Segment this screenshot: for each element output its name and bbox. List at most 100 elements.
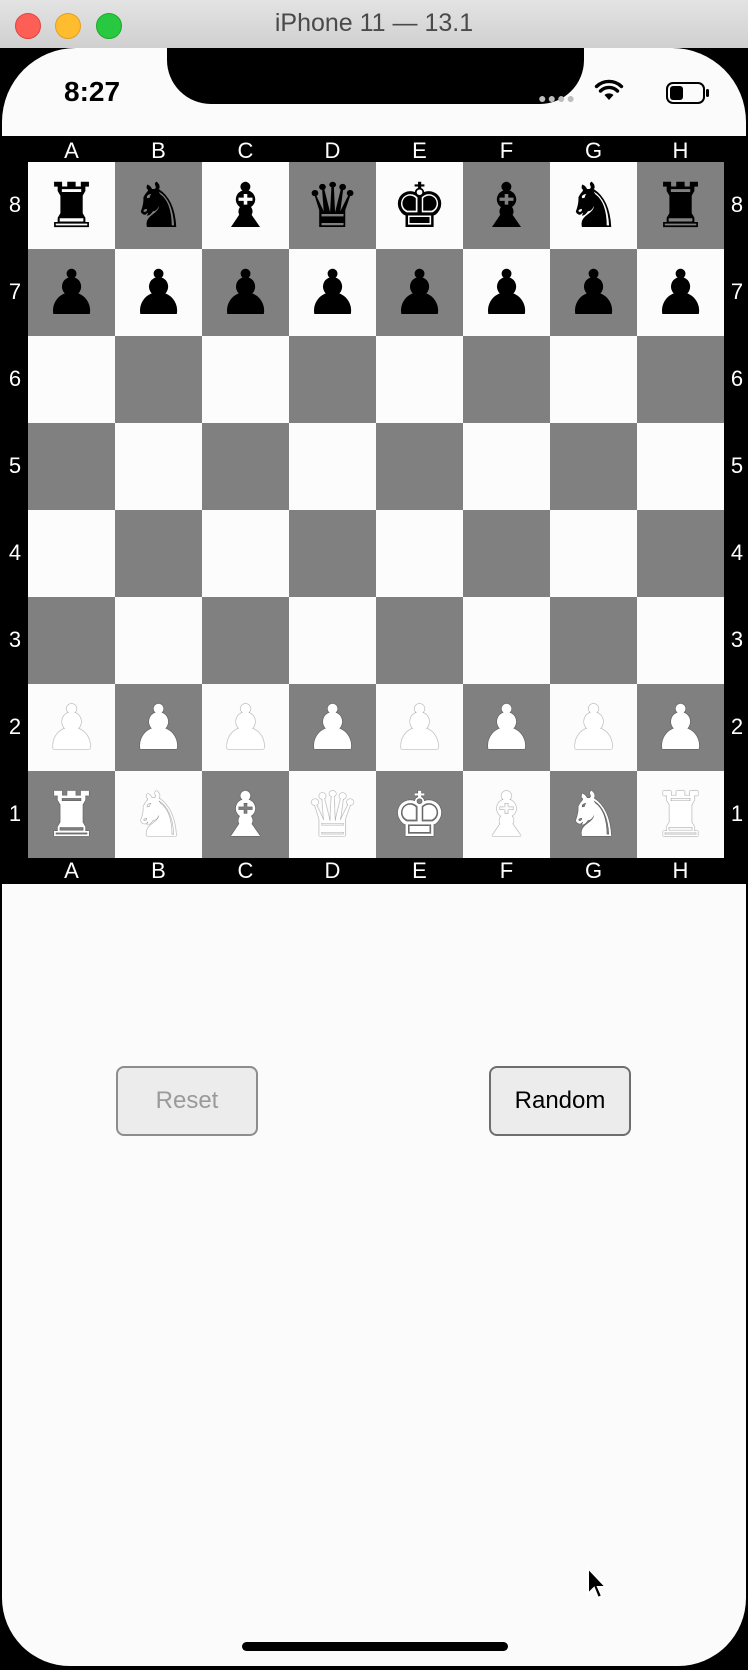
- white-pawn-icon[interactable]: ♟: [305, 696, 361, 759]
- square-b1[interactable]: ♞: [115, 771, 202, 858]
- white-knight-icon[interactable]: ♞: [566, 783, 622, 846]
- white-pawn-icon[interactable]: ♟: [566, 696, 622, 759]
- square-b4[interactable]: [115, 510, 202, 597]
- square-a6[interactable]: [28, 336, 115, 423]
- black-pawn-icon[interactable]: ♟: [653, 261, 709, 324]
- square-d5[interactable]: [289, 423, 376, 510]
- square-a3[interactable]: [28, 597, 115, 684]
- square-c8[interactable]: ♝: [202, 162, 289, 249]
- black-pawn-icon[interactable]: ♟: [479, 261, 535, 324]
- square-c4[interactable]: [202, 510, 289, 597]
- square-c1[interactable]: ♝: [202, 771, 289, 858]
- black-knight-icon[interactable]: ♞: [131, 174, 187, 237]
- square-c3[interactable]: [202, 597, 289, 684]
- white-pawn-icon[interactable]: ♟: [479, 696, 535, 759]
- home-indicator[interactable]: [242, 1642, 508, 1651]
- square-h2[interactable]: ♟: [637, 684, 724, 771]
- square-e4[interactable]: [376, 510, 463, 597]
- square-g1[interactable]: ♞: [550, 771, 637, 858]
- black-pawn-icon[interactable]: ♟: [566, 261, 622, 324]
- random-button[interactable]: Random: [489, 1066, 631, 1136]
- white-pawn-icon[interactable]: ♟: [653, 696, 709, 759]
- black-bishop-icon[interactable]: ♝: [218, 174, 274, 237]
- square-f5[interactable]: [463, 423, 550, 510]
- square-d3[interactable]: [289, 597, 376, 684]
- square-e1[interactable]: ♚: [376, 771, 463, 858]
- square-f1[interactable]: ♝: [463, 771, 550, 858]
- black-knight-icon[interactable]: ♞: [566, 174, 622, 237]
- square-b7[interactable]: ♟: [115, 249, 202, 336]
- square-f8[interactable]: ♝: [463, 162, 550, 249]
- square-g2[interactable]: ♟: [550, 684, 637, 771]
- square-f2[interactable]: ♟: [463, 684, 550, 771]
- square-a2[interactable]: ♟: [28, 684, 115, 771]
- square-f4[interactable]: [463, 510, 550, 597]
- square-a1[interactable]: ♜: [28, 771, 115, 858]
- white-knight-icon[interactable]: ♞: [131, 783, 187, 846]
- square-d6[interactable]: [289, 336, 376, 423]
- black-pawn-icon[interactable]: ♟: [131, 261, 187, 324]
- white-rook-icon[interactable]: ♜: [653, 783, 709, 846]
- square-h4[interactable]: [637, 510, 724, 597]
- white-pawn-icon[interactable]: ♟: [392, 696, 448, 759]
- white-queen-icon[interactable]: ♛: [305, 783, 361, 846]
- white-king-icon[interactable]: ♚: [392, 783, 448, 846]
- black-king-icon[interactable]: ♚: [392, 174, 448, 237]
- square-f3[interactable]: [463, 597, 550, 684]
- reset-button[interactable]: Reset: [116, 1066, 258, 1136]
- square-e6[interactable]: [376, 336, 463, 423]
- square-h7[interactable]: ♟: [637, 249, 724, 336]
- square-h1[interactable]: ♜: [637, 771, 724, 858]
- white-pawn-icon[interactable]: ♟: [131, 696, 187, 759]
- square-h6[interactable]: [637, 336, 724, 423]
- square-g4[interactable]: [550, 510, 637, 597]
- square-d2[interactable]: ♟: [289, 684, 376, 771]
- black-pawn-icon[interactable]: ♟: [392, 261, 448, 324]
- square-h3[interactable]: [637, 597, 724, 684]
- square-d8[interactable]: ♛: [289, 162, 376, 249]
- white-pawn-icon[interactable]: ♟: [44, 696, 100, 759]
- square-h5[interactable]: [637, 423, 724, 510]
- square-g3[interactable]: [550, 597, 637, 684]
- square-g6[interactable]: [550, 336, 637, 423]
- white-bishop-icon[interactable]: ♝: [218, 783, 274, 846]
- black-pawn-icon[interactable]: ♟: [218, 261, 274, 324]
- square-d7[interactable]: ♟: [289, 249, 376, 336]
- square-c7[interactable]: ♟: [202, 249, 289, 336]
- square-e8[interactable]: ♚: [376, 162, 463, 249]
- black-queen-icon[interactable]: ♛: [305, 174, 361, 237]
- square-e5[interactable]: [376, 423, 463, 510]
- square-b2[interactable]: ♟: [115, 684, 202, 771]
- square-e7[interactable]: ♟: [376, 249, 463, 336]
- square-d1[interactable]: ♛: [289, 771, 376, 858]
- white-rook-icon[interactable]: ♜: [44, 783, 100, 846]
- square-h8[interactable]: ♜: [637, 162, 724, 249]
- square-a5[interactable]: [28, 423, 115, 510]
- square-b5[interactable]: [115, 423, 202, 510]
- black-bishop-icon[interactable]: ♝: [479, 174, 535, 237]
- black-rook-icon[interactable]: ♜: [653, 174, 709, 237]
- square-f7[interactable]: ♟: [463, 249, 550, 336]
- square-g7[interactable]: ♟: [550, 249, 637, 336]
- square-g5[interactable]: [550, 423, 637, 510]
- square-b8[interactable]: ♞: [115, 162, 202, 249]
- square-d4[interactable]: [289, 510, 376, 597]
- square-e3[interactable]: [376, 597, 463, 684]
- square-e2[interactable]: ♟: [376, 684, 463, 771]
- chess-board[interactable]: ♜ ♞ ♝ ♛ ♚ ♝ ♞ ♜ ♟ ♟ ♟ ♟ ♟ ♟ ♟ ♟ ♟ ♟ ♟ ♟ ♟ ♟ ♟ ♟ ♜ ♞ ♝ ♛ ♚ ♝ ♞ ♜: [28, 162, 724, 858]
- square-c2[interactable]: ♟: [202, 684, 289, 771]
- square-a8[interactable]: ♜: [28, 162, 115, 249]
- square-a7[interactable]: ♟: [28, 249, 115, 336]
- square-b6[interactable]: [115, 336, 202, 423]
- square-a4[interactable]: [28, 510, 115, 597]
- square-f6[interactable]: [463, 336, 550, 423]
- square-g8[interactable]: ♞: [550, 162, 637, 249]
- black-rook-icon[interactable]: ♜: [44, 174, 100, 237]
- square-c5[interactable]: [202, 423, 289, 510]
- square-b3[interactable]: [115, 597, 202, 684]
- white-bishop-icon[interactable]: ♝: [479, 783, 535, 846]
- white-pawn-icon[interactable]: ♟: [218, 696, 274, 759]
- black-pawn-icon[interactable]: ♟: [44, 261, 100, 324]
- square-c6[interactable]: [202, 336, 289, 423]
- black-pawn-icon[interactable]: ♟: [305, 261, 361, 324]
